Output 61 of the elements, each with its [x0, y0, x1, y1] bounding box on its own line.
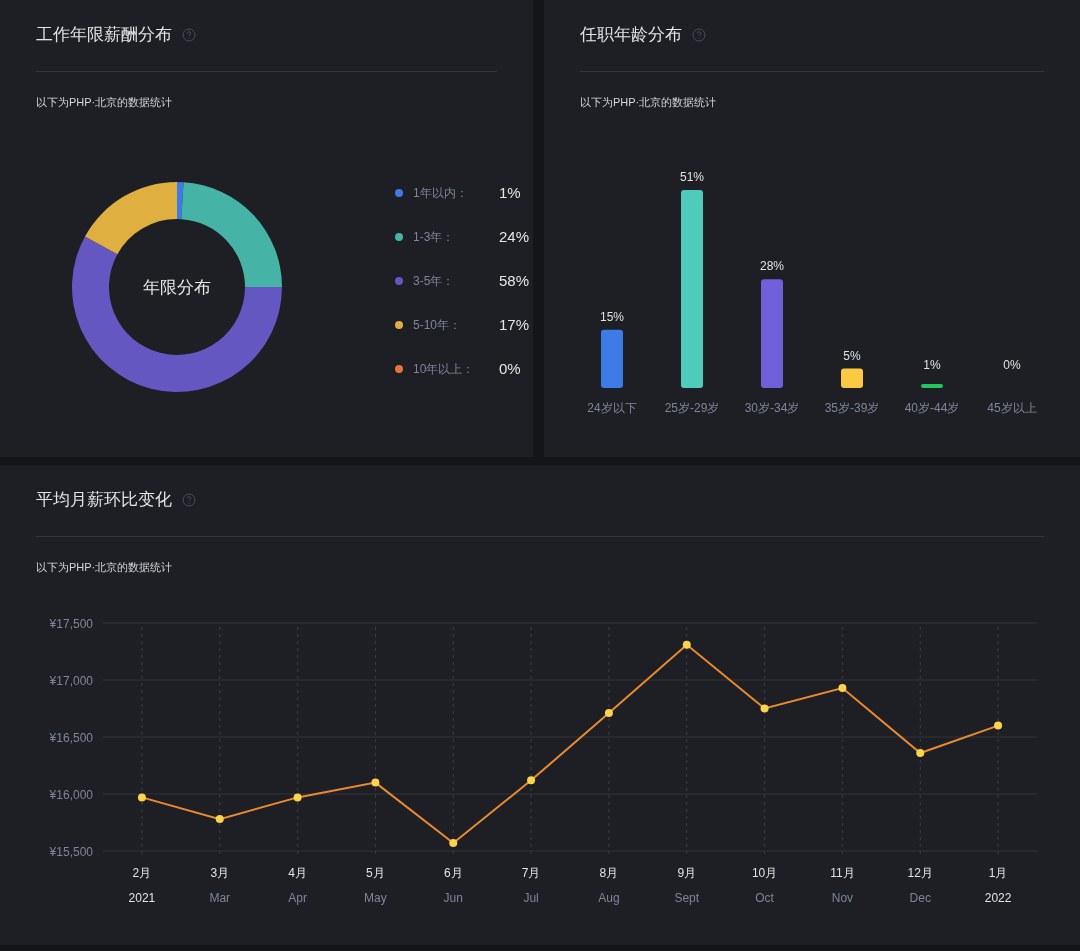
legend-label: 10年以上：: [413, 361, 476, 378]
chart-subtitle: 以下为PHP·北京的数据统计: [36, 560, 174, 575]
month-label: Aug: [598, 891, 620, 905]
month-label: Oct: [755, 891, 774, 905]
month-label: Sept: [674, 891, 700, 905]
help-icon[interactable]: [182, 493, 196, 507]
month-label: Nov: [831, 891, 854, 905]
donut-center-label: 年限分布: [143, 278, 211, 297]
axis-label: 24岁以下: [587, 401, 637, 415]
legend-value: 1%: [499, 182, 521, 203]
x-axis-label: 5月: [366, 866, 385, 880]
y-axis-label: ¥15,500: [49, 845, 93, 859]
x-axis-label: 8月: [599, 866, 619, 880]
panel-title: 任职年龄分布: [580, 24, 682, 46]
x-axis-label: 7月: [521, 866, 541, 880]
x-axis-label: 3月: [210, 866, 230, 880]
y-axis-label: ¥17,500: [49, 617, 93, 631]
panel-title: 工作年限薪酬分布: [36, 24, 172, 46]
legend-label: 1年以内：: [413, 185, 469, 202]
axis-label: 40岁-44岁: [904, 401, 960, 415]
month-label: Dec: [909, 891, 931, 905]
x-axis-label: 2月: [132, 866, 152, 880]
help-icon[interactable]: [692, 28, 706, 42]
axis-label: 45岁以上: [987, 401, 1037, 415]
month-label: Jun: [443, 891, 463, 905]
legend-value: 17%: [499, 314, 530, 335]
panel-title: 平均月薪环比变化: [36, 489, 172, 511]
y-axis-label: ¥16,500: [49, 731, 93, 745]
bar-value-label: 28%: [760, 259, 784, 274]
bar-value-label: 0%: [1003, 358, 1021, 372]
month-label: Apr: [288, 891, 307, 905]
axis-label: 25岁-29岁: [664, 401, 720, 415]
bar-value-label: 51%: [680, 170, 704, 185]
x-axis-label: 11月: [830, 866, 855, 880]
x-axis-label: 12月: [907, 866, 933, 880]
chart-subtitle: 以下为PHP·北京的数据统计: [580, 95, 718, 110]
bar-value-label: 1%: [923, 358, 941, 372]
year-label: 2021: [128, 891, 156, 905]
x-axis-label: 10月: [751, 866, 778, 880]
year-label: 2022: [984, 891, 1012, 905]
legend-label: 1-3年：: [413, 229, 456, 246]
month-label: Jul: [523, 891, 539, 905]
legend-value: 58%: [499, 270, 530, 291]
x-axis-label: 6月: [443, 866, 463, 880]
y-axis-label: ¥17,000: [49, 674, 93, 688]
x-axis-label: 9月: [677, 866, 697, 880]
help-icon[interactable]: [182, 28, 196, 42]
axis-label: 35岁-39岁: [824, 401, 880, 415]
bar-value-label: 15%: [600, 309, 624, 324]
bar-value-label: 5%: [843, 348, 861, 363]
legend-label: 5-10年：: [413, 317, 463, 334]
axis-label: 30岁-34岁: [744, 401, 800, 415]
y-axis-label: ¥16,000: [49, 788, 93, 802]
x-axis-label: 1月: [988, 866, 1008, 880]
legend-label: 3-5年：: [413, 273, 456, 290]
legend-value: 0%: [499, 358, 521, 379]
month-label: May: [364, 891, 387, 905]
chart-subtitle: 以下为PHP·北京的数据统计: [36, 95, 174, 110]
legend-value: 24%: [499, 226, 530, 247]
month-label: Mar: [209, 891, 231, 905]
x-axis-label: 4月: [288, 866, 307, 880]
